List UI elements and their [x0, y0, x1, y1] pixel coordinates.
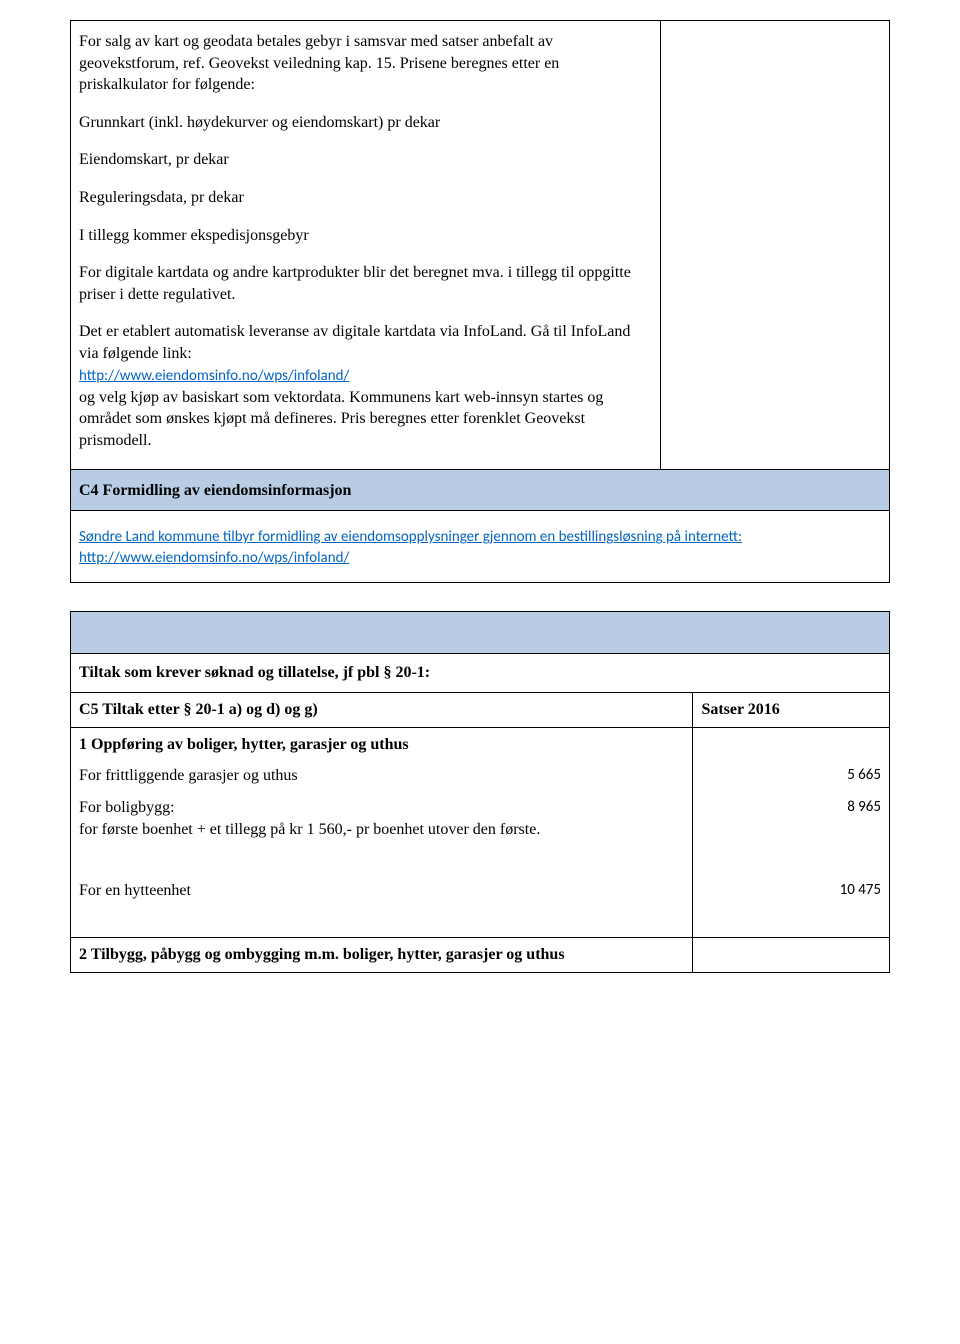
label-boligbygg: For boligbygg: for første boenhet + et t…	[71, 793, 693, 846]
row-gap1	[71, 846, 890, 876]
heading-c5-left: C5 Tiltak etter § 20-1 a) og d) og g)	[71, 692, 693, 727]
para-infoland: Det er etablert automatisk leveranse av …	[79, 321, 652, 364]
value-hytteenhet: 10 475	[693, 876, 890, 908]
label-hytteenhet: For en hytteenhet	[71, 876, 693, 908]
label-tilbygg: 2 Tilbygg, påbygg og ombygging m.m. boli…	[71, 938, 693, 973]
label-oppforing: 1 Oppføring av boliger, hytter, garasjer…	[71, 727, 693, 761]
row-c4-link: Søndre Land kommune tilbyr formidling av…	[71, 511, 890, 583]
row-gap2	[71, 908, 890, 938]
link-c4-bestilling[interactable]: Søndre Land kommune tilbyr formidling av…	[79, 528, 742, 566]
label-boligbygg-line2: for første boenhet + et tillegg på kr 1 …	[79, 821, 540, 838]
para-mva: For digitale kartdata og andre kartprodu…	[79, 262, 652, 305]
row-hytteenhet: For en hytteenhet 10 475	[71, 876, 890, 908]
row-blank-blue	[71, 611, 890, 653]
para-vektordata: og velg kjøp av basiskart som vektordata…	[79, 387, 652, 452]
row-frittliggende: For frittliggende garasjer og uthus 5 66…	[71, 761, 890, 793]
line-reguleringsdata: Reguleringsdata, pr dekar	[79, 187, 652, 209]
row-c5-header: C5 Tiltak etter § 20-1 a) og d) og g) Sa…	[71, 692, 890, 727]
row-tiltak-title: Tiltak som krever søknad og tillatelse, …	[71, 653, 890, 692]
cell-c4-link: Søndre Land kommune tilbyr formidling av…	[71, 511, 890, 583]
row-oppforing: 1 Oppføring av boliger, hytter, garasjer…	[71, 727, 890, 761]
line-ekspedisjonsgebyr: I tillegg kommer ekspedisjonsgebyr	[79, 225, 652, 247]
cell-main-text: For salg av kart og geodata betales geby…	[71, 21, 661, 470]
label-frittliggende: For frittliggende garasjer og uthus	[71, 761, 693, 793]
label-boligbygg-line1: For boligbygg:	[79, 799, 175, 816]
heading-c5-right: Satser 2016	[693, 692, 890, 727]
value-frittliggende: 5 665	[693, 761, 890, 793]
row-c4-heading: C4 Formidling av eiendomsinformasjon	[71, 470, 890, 511]
para-intro: For salg av kart og geodata betales geby…	[79, 31, 652, 96]
heading-c4: C4 Formidling av eiendomsinformasjon	[71, 470, 890, 511]
row-boligbygg: For boligbygg: for første boenhet + et t…	[71, 793, 890, 846]
link-infoland[interactable]: http://www.eiendomsinfo.no/wps/infoland/	[79, 367, 349, 385]
line-grunnkart: Grunnkart (inkl. høydekurver og eiendoms…	[79, 112, 652, 134]
cell-empty	[660, 21, 889, 470]
value-boligbygg: 8 965	[693, 793, 890, 846]
row-tilbygg: 2 Tilbygg, påbygg og ombygging m.m. boli…	[71, 938, 890, 973]
line-eiendomskart: Eiendomskart, pr dekar	[79, 149, 652, 171]
row-block1: For salg av kart og geodata betales geby…	[71, 21, 890, 470]
table-geodata: For salg av kart og geodata betales geby…	[70, 20, 890, 583]
heading-tiltak: Tiltak som krever søknad og tillatelse, …	[71, 653, 890, 692]
table-tiltak: Tiltak som krever søknad og tillatelse, …	[70, 611, 890, 973]
